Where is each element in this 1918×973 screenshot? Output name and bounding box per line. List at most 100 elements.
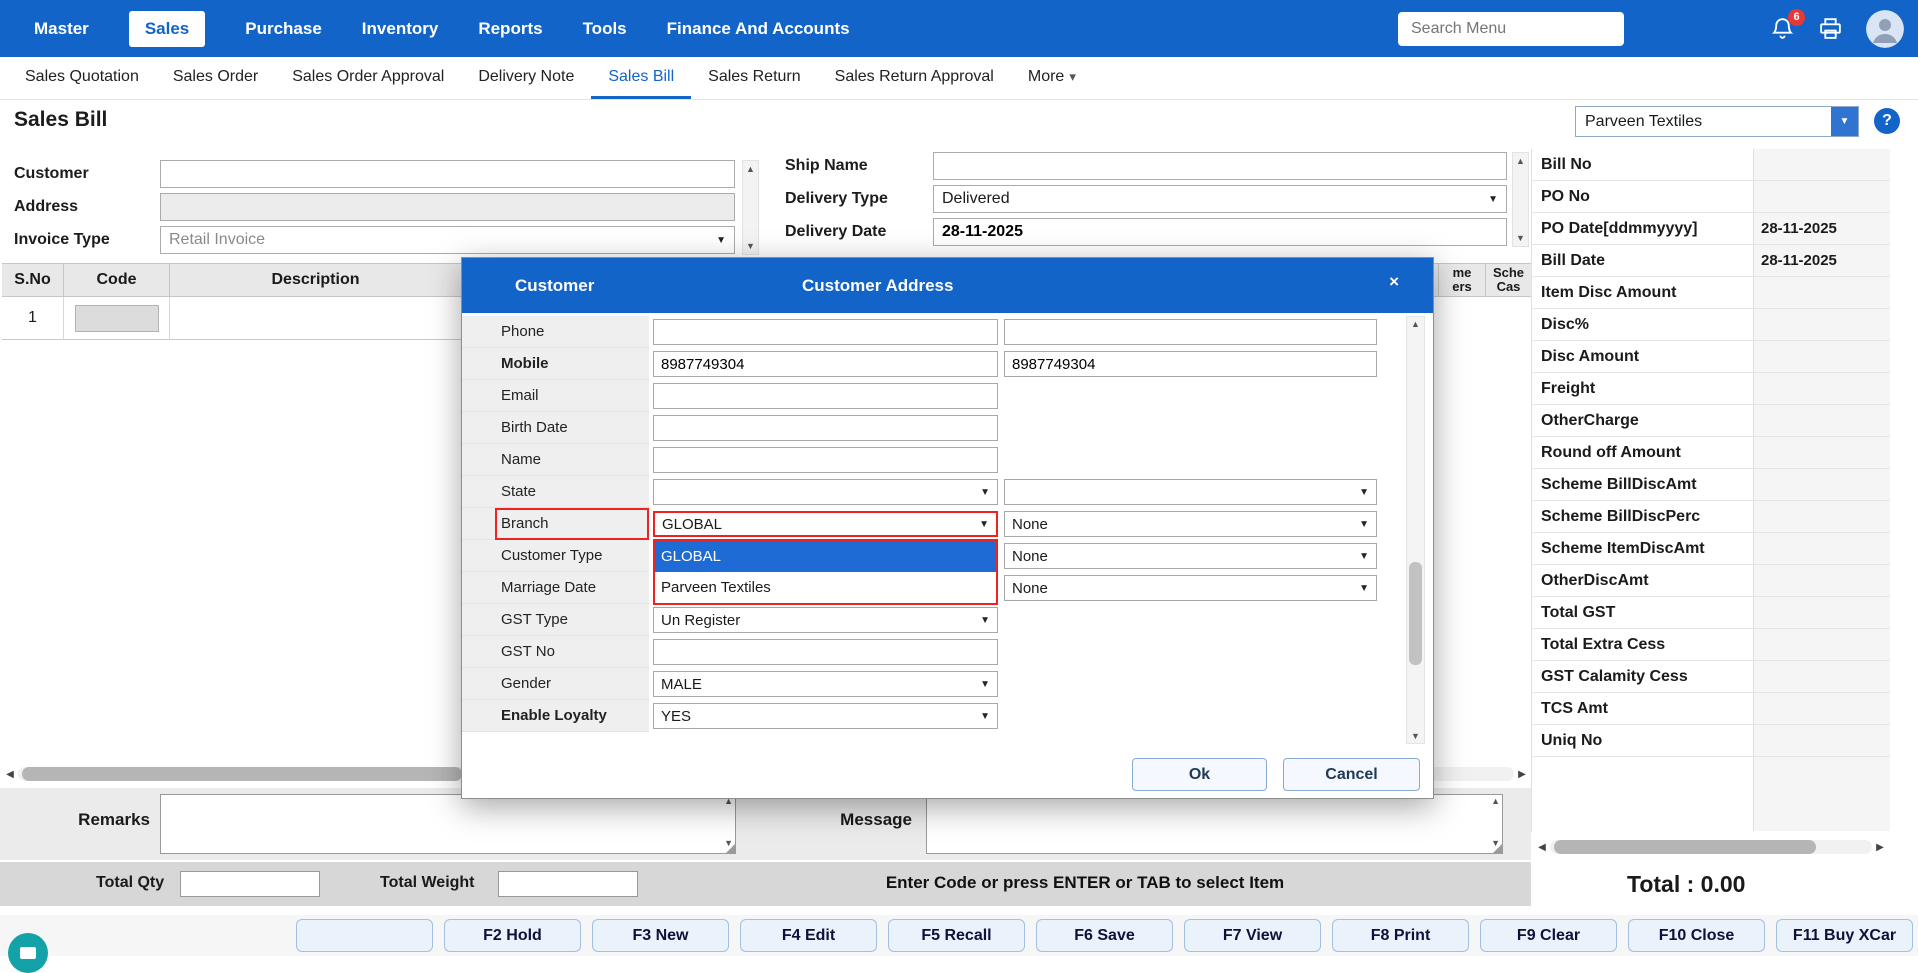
scroll-up-icon[interactable]: ▲ <box>746 163 755 175</box>
chat-widget-button[interactable] <box>8 933 48 973</box>
tab-sales-return-approval[interactable]: Sales Return Approval <box>818 57 1011 99</box>
scrollbar-thumb[interactable] <box>1554 840 1816 854</box>
scroll-up-icon[interactable]: ▲ <box>1407 319 1424 329</box>
scroll-down-icon[interactable]: ▼ <box>1516 232 1525 244</box>
customer-type-select-2[interactable]: None▼ <box>1004 543 1377 569</box>
scroll-left-icon[interactable]: ◀ <box>2 769 18 780</box>
birth-date-input[interactable] <box>653 415 998 441</box>
bill-no-value[interactable] <box>1753 149 1890 180</box>
scroll-down-icon[interactable]: ▼ <box>746 240 755 252</box>
message-textarea[interactable] <box>926 794 1503 854</box>
f6-save-button[interactable]: F6 Save <box>1036 919 1173 952</box>
phone-input-2[interactable] <box>1004 319 1377 345</box>
scheme-itemdiscamt-value[interactable] <box>1753 533 1890 564</box>
f10-close-button[interactable]: F10 Close <box>1628 919 1765 952</box>
round-off-value[interactable] <box>1753 437 1890 468</box>
scroll-right-icon[interactable]: ▶ <box>1872 842 1888 853</box>
tab-sales-order-approval[interactable]: Sales Order Approval <box>275 57 461 99</box>
tab-sales-quotation[interactable]: Sales Quotation <box>8 57 156 99</box>
scroll-left-icon[interactable]: ◀ <box>1534 842 1550 853</box>
scheme-billdiscamt-value[interactable] <box>1753 469 1890 500</box>
f9-clear-button[interactable]: F9 Clear <box>1480 919 1617 952</box>
code-cell-input[interactable] <box>75 305 159 332</box>
user-avatar[interactable] <box>1866 10 1904 48</box>
email-input[interactable] <box>653 383 998 409</box>
uniq-no-value[interactable] <box>1753 725 1890 756</box>
nav-item-master[interactable]: Master <box>34 19 89 39</box>
po-date-value[interactable]: 28-11-2025 <box>1753 213 1890 244</box>
nav-item-finance-and-accounts[interactable]: Finance And Accounts <box>667 19 850 39</box>
branch-select-2[interactable]: None▼ <box>1004 511 1377 537</box>
freight-value[interactable] <box>1753 373 1890 404</box>
print-button[interactable] <box>1818 16 1844 42</box>
delivery-type-select[interactable]: Delivered ▼ <box>933 185 1507 213</box>
resize-grip-icon[interactable] <box>725 843 736 854</box>
state-select[interactable]: ▼ <box>653 479 998 505</box>
tab-sales-return[interactable]: Sales Return <box>691 57 818 99</box>
notifications-button[interactable]: 6 <box>1770 16 1796 42</box>
tcs-amt-value[interactable] <box>1753 693 1890 724</box>
f8-print-button[interactable]: F8 Print <box>1332 919 1469 952</box>
tab-delivery-note[interactable]: Delivery Note <box>461 57 591 99</box>
tab-more[interactable]: More ▾ <box>1011 57 1093 99</box>
f2-hold-button[interactable]: F2 Hold <box>444 919 581 952</box>
marriage-date-select-2[interactable]: None▼ <box>1004 575 1377 601</box>
nav-item-inventory[interactable]: Inventory <box>362 19 439 39</box>
other-charge-value[interactable] <box>1753 405 1890 436</box>
f11-buy-xcarry-button[interactable]: F11 Buy XCar <box>1776 919 1913 952</box>
nav-item-reports[interactable]: Reports <box>478 19 542 39</box>
f5-recall-button[interactable]: F5 Recall <box>888 919 1025 952</box>
mobile-input-2[interactable] <box>1004 351 1377 377</box>
total-weight-input[interactable] <box>498 871 638 897</box>
item-disc-amount-value[interactable] <box>1753 277 1890 308</box>
name-input[interactable] <box>653 447 998 473</box>
branch-select[interactable]: GLOBAL▼ <box>653 511 998 537</box>
disc-amount-value[interactable] <box>1753 341 1890 372</box>
nav-item-tools[interactable]: Tools <box>583 19 627 39</box>
resize-grip-icon[interactable] <box>1492 843 1503 854</box>
tab-sales-order[interactable]: Sales Order <box>156 57 275 99</box>
scroll-right-icon[interactable]: ▶ <box>1514 769 1530 780</box>
f1-button[interactable] <box>296 919 433 952</box>
scrollbar-thumb[interactable] <box>1409 562 1422 665</box>
other-disc-amt-value[interactable] <box>1753 565 1890 596</box>
ok-button[interactable]: Ok <box>1132 758 1267 791</box>
enable-loyalty-select[interactable]: YES▼ <box>653 703 998 729</box>
ship-name-input[interactable] <box>933 152 1507 180</box>
company-select[interactable]: Parveen Textiles ▼ <box>1575 106 1859 137</box>
total-extra-cess-value[interactable] <box>1753 629 1890 660</box>
delivery-date-input[interactable] <box>933 218 1507 246</box>
disc-percent-value[interactable] <box>1753 309 1890 340</box>
scroll-up-icon[interactable]: ▲ <box>1491 796 1500 806</box>
scroll-down-icon[interactable]: ▼ <box>1407 731 1424 741</box>
remarks-textarea[interactable] <box>160 794 736 854</box>
address-input[interactable] <box>160 193 735 221</box>
mobile-input[interactable] <box>653 351 998 377</box>
total-gst-value[interactable] <box>1753 597 1890 628</box>
branch-option-global[interactable]: GLOBAL <box>655 541 996 572</box>
f3-new-button[interactable]: F3 New <box>592 919 729 952</box>
customer-input[interactable] <box>160 160 735 188</box>
scheme-billdiscperc-value[interactable] <box>1753 501 1890 532</box>
phone-input[interactable] <box>653 319 998 345</box>
gst-no-input[interactable] <box>653 639 998 665</box>
f7-view-button[interactable]: F7 View <box>1184 919 1321 952</box>
close-icon[interactable]: × <box>1389 273 1399 290</box>
scroll-up-icon[interactable]: ▲ <box>1516 155 1525 167</box>
branch-option-parveen-textiles[interactable]: Parveen Textiles <box>655 572 996 603</box>
state-select-2[interactable]: ▼ <box>1004 479 1377 505</box>
help-button[interactable]: ? <box>1874 108 1900 134</box>
company-select-button[interactable]: ▼ <box>1831 107 1858 136</box>
gst-type-select[interactable]: Un Register▼ <box>653 607 998 633</box>
nav-item-purchase[interactable]: Purchase <box>245 19 322 39</box>
cancel-button[interactable]: Cancel <box>1283 758 1420 791</box>
search-menu-input[interactable] <box>1398 12 1624 46</box>
scrollbar-thumb[interactable] <box>22 767 462 781</box>
po-no-value[interactable] <box>1753 181 1890 212</box>
f4-edit-button[interactable]: F4 Edit <box>740 919 877 952</box>
nav-item-sales[interactable]: Sales <box>129 11 205 47</box>
invoice-type-select[interactable]: Retail Invoice ▼ <box>160 226 735 254</box>
row-description-cell[interactable] <box>170 297 462 340</box>
total-qty-input[interactable] <box>180 871 320 897</box>
tab-sales-bill[interactable]: Sales Bill <box>591 57 691 99</box>
